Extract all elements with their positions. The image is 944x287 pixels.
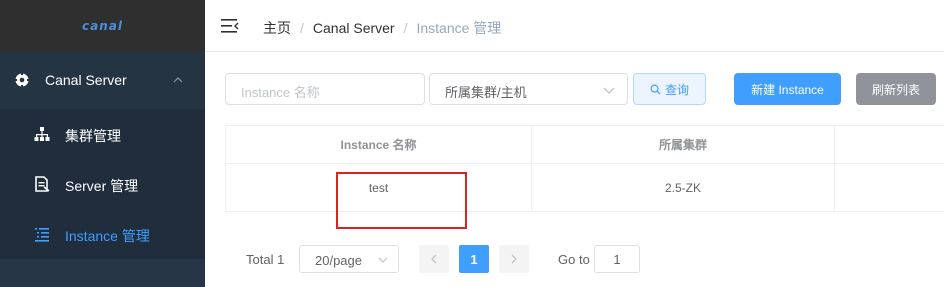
sidebar-item-instance[interactable]: Instance 管理 bbox=[0, 209, 205, 259]
chevron-right-icon bbox=[511, 254, 517, 264]
table-header-row: Instance 名称 所属集群 bbox=[226, 126, 944, 164]
list-icon bbox=[35, 228, 49, 242]
search-button-label: 查询 bbox=[664, 82, 689, 97]
menu-fold-icon[interactable] bbox=[221, 18, 239, 34]
breadcrumb-canal-server[interactable]: Canal Server bbox=[313, 20, 395, 36]
search-button[interactable]: 查询 bbox=[633, 73, 706, 105]
pagination: Total 1 20/page 1 Go to 1 bbox=[205, 245, 944, 275]
cluster-select[interactable]: 所属集群/主机 bbox=[429, 73, 628, 105]
next-page-button[interactable] bbox=[499, 245, 529, 273]
column-header-extra bbox=[835, 126, 944, 163]
new-instance-label: 新建 Instance bbox=[751, 82, 824, 97]
logo-bar: canal bbox=[0, 0, 205, 52]
cell-extra bbox=[835, 164, 944, 211]
gear-icon bbox=[14, 72, 30, 88]
chevron-down-icon bbox=[603, 87, 615, 94]
breadcrumb: 主页 / Canal Server / Instance 管理 bbox=[263, 18, 501, 38]
breadcrumb-home[interactable]: 主页 bbox=[263, 18, 291, 38]
pagination-total: Total 1 bbox=[246, 252, 285, 267]
highlight-annotation bbox=[336, 172, 467, 229]
breadcrumb-separator: / bbox=[300, 20, 304, 36]
table-row[interactable]: test 2.5-ZK bbox=[226, 164, 944, 212]
breadcrumb-current: Instance 管理 bbox=[416, 20, 502, 36]
chevron-up-icon bbox=[173, 77, 183, 83]
column-header-name: Instance 名称 bbox=[226, 126, 532, 163]
sidebar-bottom bbox=[0, 259, 205, 287]
sidebar-item-cluster[interactable]: 集群管理 bbox=[0, 109, 205, 159]
page-button-1[interactable]: 1 bbox=[459, 245, 489, 273]
sidebar: canal Canal Server 集群管理 Server 管理 Instan… bbox=[0, 0, 205, 287]
goto-label: Go to bbox=[558, 252, 590, 267]
menu-group-canal-server[interactable]: Canal Server bbox=[0, 52, 205, 109]
breadcrumb-separator: / bbox=[403, 20, 408, 36]
sub-menu: 集群管理 Server 管理 Instance 管理 bbox=[0, 109, 205, 259]
menu-group-label: Canal Server bbox=[45, 72, 127, 88]
server-doc-icon bbox=[35, 176, 50, 192]
logo: canal bbox=[82, 19, 123, 33]
cluster-select-value: 所属集群/主机 bbox=[445, 85, 527, 100]
chevron-down-icon bbox=[378, 257, 388, 263]
refresh-list-button[interactable]: 刷新列表 bbox=[856, 73, 936, 105]
refresh-list-label: 刷新列表 bbox=[871, 82, 920, 97]
instance-table: Instance 名称 所属集群 test 2.5-ZK bbox=[225, 125, 944, 212]
sidebar-item-label: Server 管理 bbox=[65, 178, 139, 194]
goto-page-input[interactable]: 1 bbox=[594, 245, 640, 273]
cluster-icon bbox=[34, 127, 50, 141]
sidebar-item-label: Instance 管理 bbox=[65, 228, 150, 244]
header: 主页 / Canal Server / Instance 管理 bbox=[205, 0, 944, 52]
search-icon bbox=[650, 84, 661, 95]
instance-name-input[interactable]: Instance 名称 bbox=[225, 73, 425, 105]
instance-name-placeholder: Instance 名称 bbox=[241, 85, 320, 100]
sidebar-item-server[interactable]: Server 管理 bbox=[0, 159, 205, 209]
page-size-value: 20/page bbox=[315, 253, 362, 268]
column-header-cluster: 所属集群 bbox=[532, 126, 835, 163]
cell-cluster: 2.5-ZK bbox=[532, 164, 835, 211]
chevron-left-icon bbox=[431, 254, 437, 264]
page-size-select[interactable]: 20/page bbox=[299, 245, 399, 273]
new-instance-button[interactable]: 新建 Instance bbox=[734, 73, 841, 105]
prev-page-button[interactable] bbox=[419, 245, 449, 273]
sidebar-item-label: 集群管理 bbox=[65, 128, 121, 144]
main-content: Instance 名称 所属集群/主机 查询 新建 Instance 刷新列表 … bbox=[205, 53, 944, 287]
